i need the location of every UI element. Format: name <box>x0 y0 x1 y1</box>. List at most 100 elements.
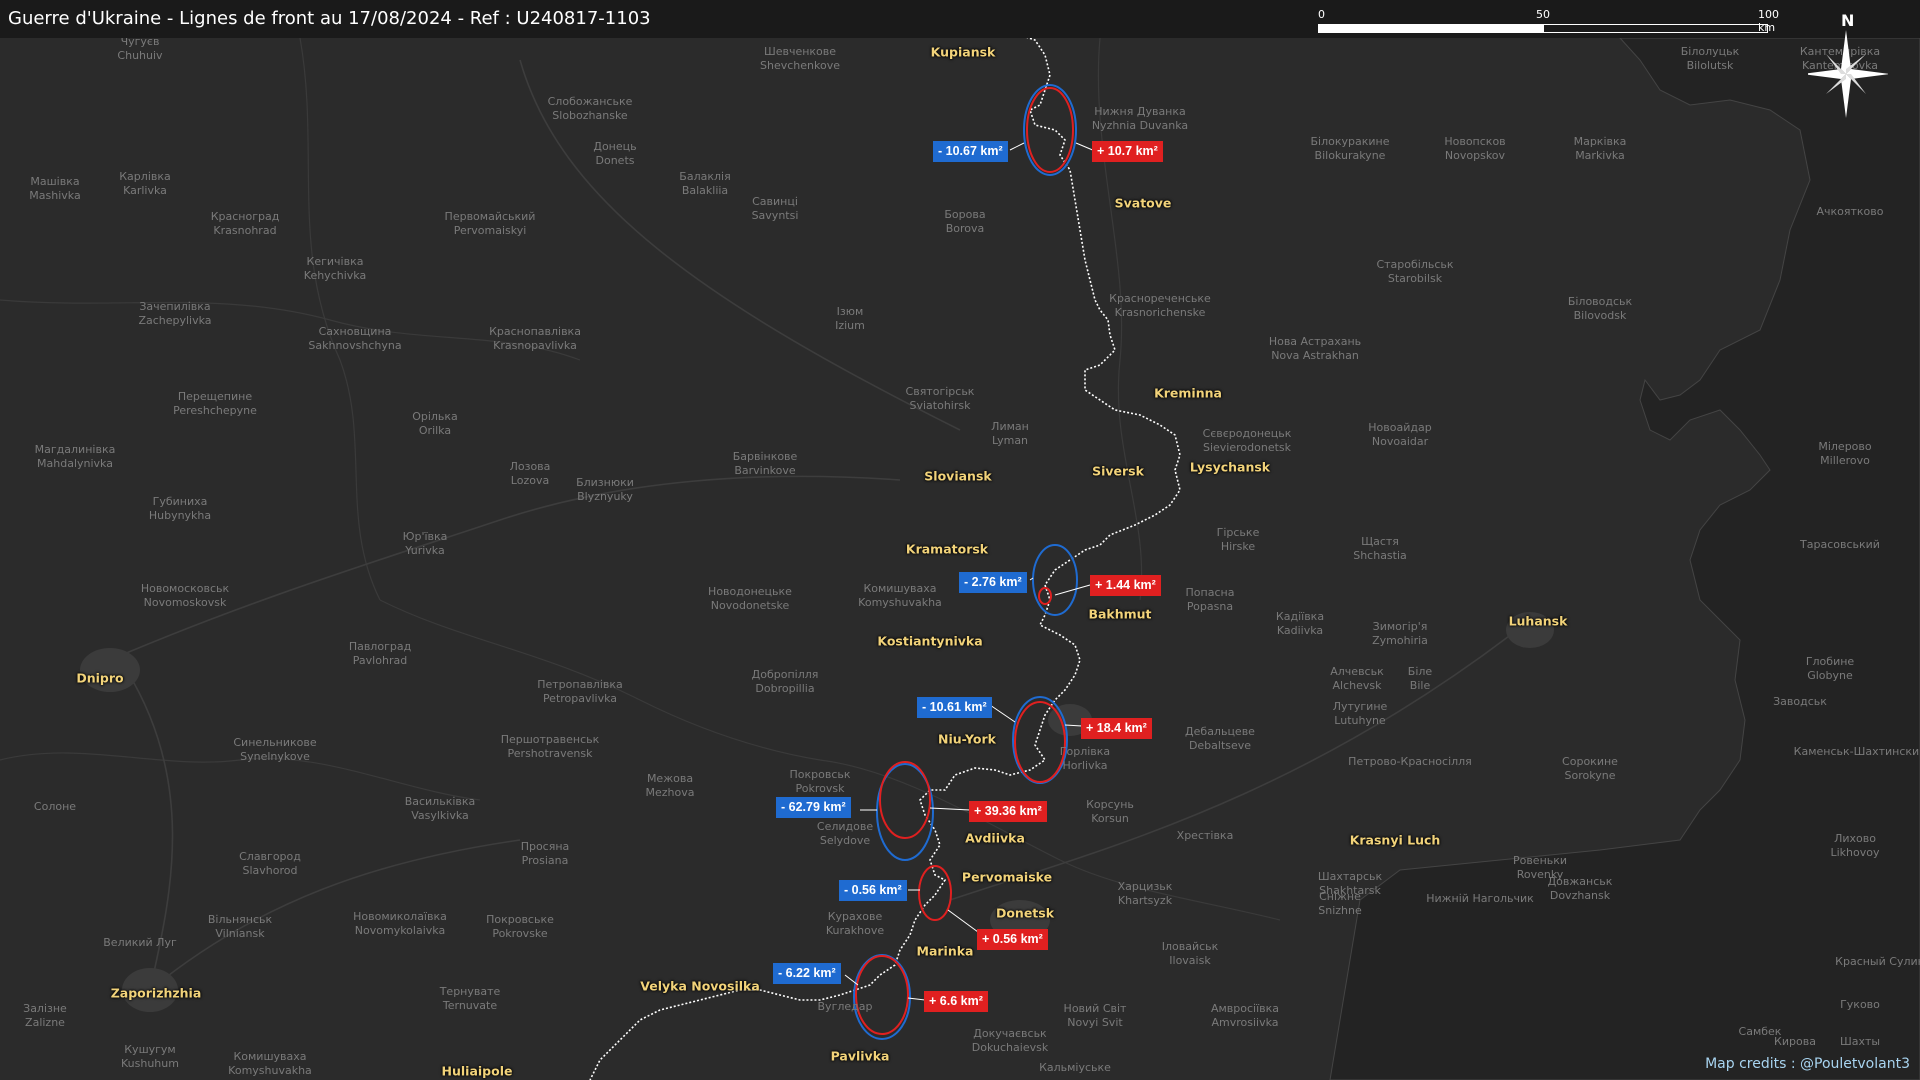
base-label: Амвросіївка Amvrosiivka <box>1211 1002 1279 1029</box>
city-svatove: Svatove <box>1114 195 1172 211</box>
base-label: Юр'ївка Yurivka <box>403 530 448 557</box>
area-gain-badge-vuhledar: + 6.6 km² <box>924 991 988 1012</box>
base-label: Першотравенськ Pershotravensk <box>501 733 600 760</box>
base-label: Довжанськ Dovzhansk <box>1548 875 1613 902</box>
base-label: Тернувате Ternuvate <box>439 985 501 1012</box>
base-label: Кадіївка Kadiivka <box>1276 610 1324 637</box>
area-gain-badge-bakhmut: + 1.44 km² <box>1090 575 1161 596</box>
area-loss-badge-avdiivka: - 62.79 km² <box>776 797 851 818</box>
base-label: Нова Астрахань Nova Astrakhan <box>1269 335 1361 362</box>
base-label: Гуково <box>1840 998 1880 1011</box>
city-velyka-novosilka: Velyka Novosilka <box>640 978 760 994</box>
base-label: Карлівка Karlivka <box>119 170 171 197</box>
base-label: Вільнянськ Vilniansk <box>208 913 273 940</box>
base-label: Щастя Shchastia <box>1353 535 1407 562</box>
base-label: Білокуракине Bilokurakyne <box>1311 135 1390 162</box>
base-label: Святогірськ Sviatohirsk <box>906 385 975 412</box>
city-marinka: Marinka <box>916 943 974 959</box>
base-label: Петропавлівка Petropavlivka <box>537 678 623 705</box>
map-canvas[interactable]: Чугуєв Chuhuiv Шевченкове Shevchenkove Нижня… <box>0 0 1920 1080</box>
base-label: Васильківка Vasylkivka <box>405 795 476 822</box>
base-label: Попасна Popasna <box>1186 586 1235 613</box>
base-label: Курахове Kurakhove <box>826 910 884 937</box>
area-gain-badge-avdiivka: + 39.36 km² <box>969 801 1047 822</box>
base-label: Селидове Selydove <box>817 820 873 847</box>
base-label: Просяна Prosiana <box>521 840 570 867</box>
city-bakhmut: Bakhmut <box>1088 606 1152 622</box>
base-label: Ізюм Izium <box>835 305 865 332</box>
base-label: Дебальцеве Debaltseve <box>1185 725 1255 752</box>
base-label: Харцизьк Khartsyzk <box>1118 880 1173 907</box>
area-gain-badge-donetsk: + 0.56 km² <box>977 929 1048 950</box>
city-sloviansk: Sloviansk <box>924 468 992 484</box>
base-label: Шахты <box>1840 1035 1880 1048</box>
city-donetsk: Donetsk <box>995 905 1055 921</box>
compass-rose-icon: N <box>1802 11 1890 118</box>
city-kreminna: Kreminna <box>1154 385 1222 401</box>
city-kostiantynivka: Kostiantynivka <box>877 633 983 649</box>
base-label: Борова Borova <box>944 208 985 235</box>
scale-segment-1 <box>1318 24 1543 33</box>
base-label: Добропілля Dobropillia <box>752 668 819 695</box>
base-label: Петрово-Красносілля <box>1348 755 1472 768</box>
base-label: Новомосковськ Novomoskovsk <box>141 582 230 609</box>
city-huliaipole: Huliaipole <box>441 1063 513 1079</box>
base-label: Губиниха Hubynykha <box>149 495 211 522</box>
base-label: Кальміуське <box>1039 1061 1111 1074</box>
base-label: Межова Mezhova <box>646 772 695 799</box>
base-label: Красноград Krasnohrad <box>211 210 280 237</box>
base-label: Синельникове Synelnykove <box>233 736 317 763</box>
base-label: Павлоград Pavlohrad <box>349 640 412 667</box>
base-label: Новопсков Novopskov <box>1444 135 1505 162</box>
base-label: Біле Bile <box>1408 665 1433 692</box>
city-krasnyi-luch: Krasnyi Luch <box>1349 832 1441 848</box>
base-label: Зачепилівка Zachepylivka <box>138 300 211 327</box>
base-label: Комишуваха Komyshuvakha <box>858 582 942 609</box>
city-pervomaiske: Pervomaiske <box>961 869 1053 885</box>
base-label: Комишуваха Komyshuvakha <box>228 1050 312 1077</box>
base-label: Залізне Zalizne <box>23 1002 67 1029</box>
base-label: Докучаєвськ Dokuchaievsk <box>972 1027 1049 1054</box>
base-label: Слобожанське Slobozhanske <box>548 95 633 122</box>
scale-bar: 0 50 100 km <box>1318 8 1779 38</box>
base-label: Барвінкове Barvinkove <box>733 450 798 477</box>
compass-n-label: N <box>1841 11 1854 30</box>
base-label: Гірське Hirske <box>1217 526 1260 553</box>
base-label: Орілька Orilka <box>412 410 458 437</box>
city-dnipro: Dnipro <box>76 670 124 686</box>
base-label: Машівка Mashivka <box>29 175 80 202</box>
scale-label-50: 50 <box>1536 8 1550 21</box>
base-label: Покровськ Pokrovsk <box>789 768 850 795</box>
city-lysychansk: Lysychansk <box>1189 459 1271 475</box>
base-label: Вугледар <box>818 1000 873 1013</box>
base-label: Первомайський Pervomaiskyi <box>445 210 536 237</box>
map-credits: Map credits : @Pouletvolant3 <box>1705 1056 1910 1072</box>
base-label: Хрестівка <box>1177 829 1234 842</box>
base-label: Біловодськ Bilovodsk <box>1568 295 1633 322</box>
city-avdiivka: Avdiivka <box>965 830 1025 846</box>
base-label: Чугуєв Chuhuiv <box>117 35 163 62</box>
city-siversk: Siversk <box>1092 463 1144 479</box>
base-label: Новоайдар Novoaidar <box>1368 421 1431 448</box>
base-label: Славгород Slavhorod <box>239 850 301 877</box>
base-label: Кирова <box>1774 1035 1816 1048</box>
base-label: Близнюки Blyznyuky <box>576 476 634 503</box>
base-label: Білолуцьк Bilolutsk <box>1681 45 1740 72</box>
city-luhansk: Luhansk <box>1508 613 1568 629</box>
base-label: Сорокине Sorokyne <box>1562 755 1618 782</box>
base-label: Марківка Markivka <box>1574 135 1627 162</box>
city-niu-york: Niu-York <box>938 731 996 747</box>
base-label: Савинці Savyntsi <box>752 195 799 222</box>
base-label: Краснопавлівка Krasnopavlivka <box>489 325 581 352</box>
base-label: Лихово Likhovoy <box>1830 832 1879 859</box>
base-label: Сніжне Snizhne <box>1318 890 1362 917</box>
base-label: Нижня Дуванка Nyzhnia Duvanka <box>1092 105 1188 132</box>
base-label: Іловайськ Ilovaisk <box>1162 940 1219 967</box>
area-loss-badge-niu-york: - 10.61 km² <box>917 697 992 718</box>
base-label: Магдалинівка Mahdalynivka <box>35 443 116 470</box>
city-kramatorsk: Kramatorsk <box>905 541 989 557</box>
area-loss-badge-kupiansk: - 10.67 km² <box>933 141 1008 162</box>
base-label: Великий Луг <box>103 936 177 949</box>
base-label: Новомиколаївка Novomykolaivka <box>353 910 447 937</box>
base-label: Глобине Globyne <box>1806 655 1855 682</box>
